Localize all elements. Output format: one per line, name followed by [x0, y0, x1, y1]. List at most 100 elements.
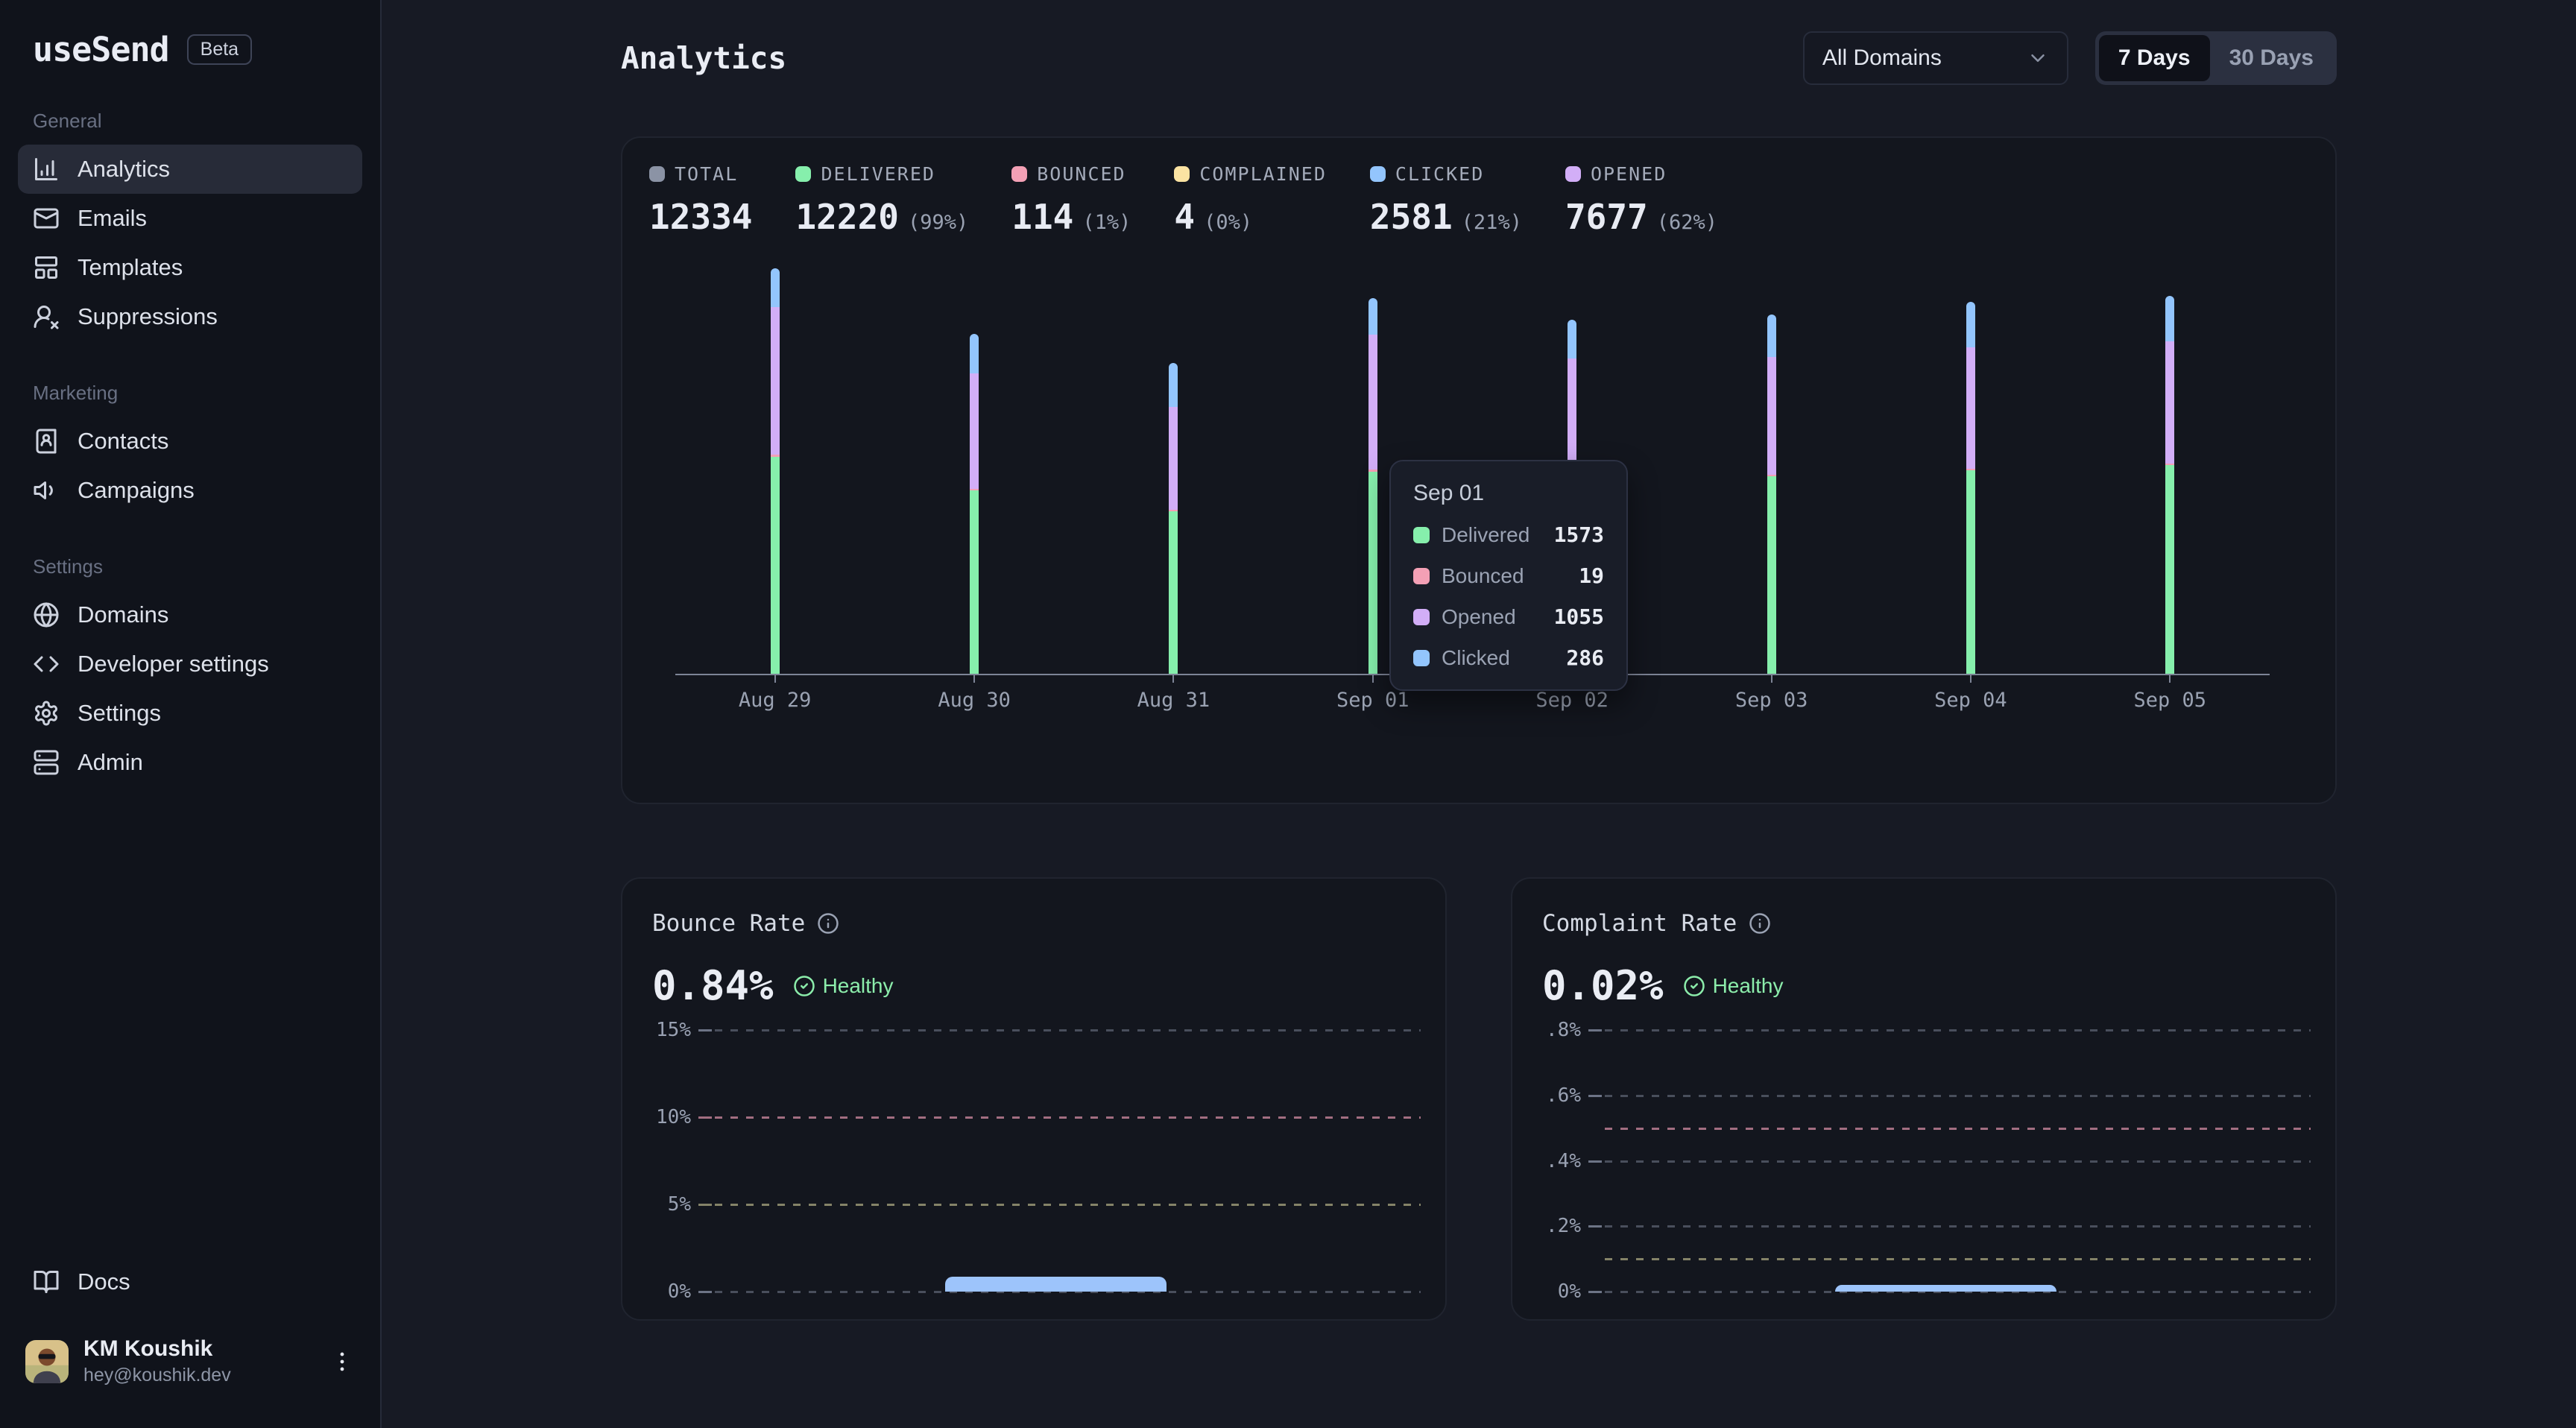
tooltip-series-label: Delivered	[1442, 523, 1542, 547]
bar-sep-05-delivered[interactable]	[2165, 465, 2174, 674]
domain-filter-select[interactable]: All Domains	[1803, 31, 2068, 85]
globe-icon	[33, 601, 60, 628]
bar-sep-05-clicked[interactable]	[2165, 296, 2174, 341]
y-tick-mark	[1588, 1029, 1602, 1031]
sidebar-item-label: Admin	[78, 749, 143, 776]
bar-sep-01-bounced[interactable]	[1368, 470, 1377, 472]
sidebar-item-docs[interactable]: Docs	[18, 1257, 362, 1307]
sidebar-item-templates[interactable]: Templates	[18, 243, 362, 292]
y-tick-mark	[1588, 1291, 1602, 1293]
complaint-rate-bar[interactable]	[1835, 1285, 2056, 1292]
sidebar-item-suppressions[interactable]: Suppressions	[18, 292, 362, 341]
user-meta: KM Koushik hey@koushik.dev	[83, 1336, 315, 1386]
bar-sep-04-clicked[interactable]	[1966, 302, 1975, 347]
y-tick-mark	[698, 1291, 712, 1293]
bar-sep-03-opened[interactable]	[1767, 357, 1776, 475]
gridline	[1605, 1160, 2311, 1163]
bar-sep-02-clicked[interactable]	[1568, 320, 1576, 358]
bar-sep-01-delivered[interactable]	[1368, 472, 1377, 674]
bar-aug-31-delivered[interactable]	[1169, 511, 1178, 674]
range-7-days-button[interactable]: 7 Days	[2099, 35, 2210, 81]
bar-sep-01-clicked[interactable]	[1368, 298, 1377, 335]
bar-sep-05-bounced[interactable]	[2165, 464, 2174, 465]
app-logo: useSend	[33, 30, 169, 69]
sidebar-item-label: Contacts	[78, 428, 168, 455]
bar-aug-31-clicked[interactable]	[1169, 363, 1178, 407]
y-tick-label: 15%	[633, 1019, 691, 1041]
y-tick-mark	[698, 1116, 712, 1119]
sidebar-nav: GeneralAnalyticsEmailsTemplatesSuppressi…	[18, 69, 362, 787]
user-menu[interactable]: KM Koushik hey@koushik.dev	[18, 1326, 362, 1397]
sidebar-footer: Docs KM Koushik hey@koushik.dev	[18, 1257, 362, 1397]
y-tick-label: .8%	[1523, 1019, 1581, 1041]
bounce-rate-bar[interactable]	[945, 1277, 1167, 1292]
sidebar-item-campaigns[interactable]: Campaigns	[18, 466, 362, 515]
tooltip-title: Sep 01	[1413, 481, 1604, 506]
tooltip-swatch	[1413, 527, 1430, 543]
x-axis-label: Aug 31	[1099, 689, 1248, 712]
sidebar-item-label: Domains	[78, 601, 168, 628]
bar-aug-29-clicked[interactable]	[771, 268, 780, 307]
tooltip-series-label: Bounced	[1442, 564, 1567, 588]
y-tick-label: .6%	[1523, 1084, 1581, 1107]
tooltip-series-value: 1573	[1554, 522, 1604, 547]
sidebar-item-label: Developer settings	[78, 651, 269, 677]
bar-sep-03-delivered[interactable]	[1767, 476, 1776, 674]
complaint-rate-card: Complaint Rate 0.02% Healthy .8%.6%.4%.2…	[1511, 877, 2337, 1321]
bar-aug-29-bounced[interactable]	[771, 455, 780, 457]
bar-aug-29-opened[interactable]	[771, 307, 780, 455]
sidebar-item-settings[interactable]: Settings	[18, 689, 362, 738]
gridline-warning	[1605, 1258, 2311, 1260]
x-axis-label: Sep 03	[1697, 689, 1846, 712]
bar-sep-04-bounced[interactable]	[1966, 469, 1975, 470]
bar-sep-04-opened[interactable]	[1966, 347, 1975, 469]
user-email: hey@koushik.dev	[83, 1365, 315, 1386]
bar-aug-29-delivered[interactable]	[771, 457, 780, 674]
sidebar-item-contacts[interactable]: Contacts	[18, 417, 362, 466]
sidebar-item-domains[interactable]: Domains	[18, 590, 362, 639]
email-volume-chart: Sep 01 Delivered1573Bounced19Opened1055C…	[622, 138, 2335, 803]
y-tick-label: .2%	[1523, 1215, 1581, 1237]
sidebar-section-settings: Settings	[18, 555, 362, 578]
chart-tooltip: Sep 01 Delivered1573Bounced19Opened1055C…	[1389, 460, 1628, 691]
bar-aug-30-opened[interactable]	[970, 373, 979, 489]
x-axis-label: Sep 05	[2095, 689, 2244, 712]
code-icon	[33, 651, 60, 677]
y-tick-label: 5%	[633, 1193, 691, 1216]
sidebar-item-label: Templates	[78, 254, 183, 281]
avatar	[25, 1340, 69, 1383]
more-options-icon[interactable]	[329, 1349, 355, 1374]
range-30-days-button[interactable]: 30 Days	[2210, 35, 2333, 81]
bar-sep-01-opened[interactable]	[1368, 335, 1377, 470]
bar-sep-03-bounced[interactable]	[1767, 475, 1776, 476]
bar-aug-31-opened[interactable]	[1169, 407, 1178, 510]
speaker-icon	[33, 477, 60, 504]
server-icon	[33, 749, 60, 776]
x-axis-label: Aug 30	[900, 689, 1049, 712]
gridline	[1605, 1095, 2311, 1097]
sidebar-item-admin[interactable]: Admin	[18, 738, 362, 787]
x-axis-label: Sep 04	[1896, 689, 2045, 712]
rate-cards-row: Bounce Rate 0.84% Healthy 15%10%5%0%	[621, 877, 2337, 1321]
date-range-toggle: 7 Days 30 Days	[2095, 31, 2337, 85]
sidebar-item-developer-settings[interactable]: Developer settings	[18, 639, 362, 689]
y-tick-mark	[1588, 1225, 1602, 1228]
bar-aug-30-clicked[interactable]	[970, 334, 979, 373]
y-tick-mark	[698, 1029, 712, 1031]
sidebar-item-emails[interactable]: Emails	[18, 194, 362, 243]
bar-sep-03-clicked[interactable]	[1767, 315, 1776, 357]
gridline	[1605, 1225, 2311, 1228]
bar-aug-30-delivered[interactable]	[970, 490, 979, 674]
complaint-rate-chart: .8%.6%.4%.2%0%	[1512, 879, 2335, 1319]
sidebar-item-analytics[interactable]: Analytics	[18, 145, 362, 194]
bar-sep-05-opened[interactable]	[2165, 341, 2174, 464]
sidebar-item-label: Analytics	[78, 156, 170, 183]
sidebar: useSend Beta GeneralAnalyticsEmailsTempl…	[0, 0, 382, 1428]
bounce-rate-card: Bounce Rate 0.84% Healthy 15%10%5%0%	[621, 877, 1447, 1321]
bar-aug-31-bounced[interactable]	[1169, 510, 1178, 511]
x-axis-label: Sep 01	[1298, 689, 1448, 712]
x-axis-tick	[1771, 675, 1772, 683]
bar-sep-04-delivered[interactable]	[1966, 470, 1975, 674]
y-tick-mark	[1588, 1160, 1602, 1163]
bar-aug-30-bounced[interactable]	[970, 489, 979, 490]
